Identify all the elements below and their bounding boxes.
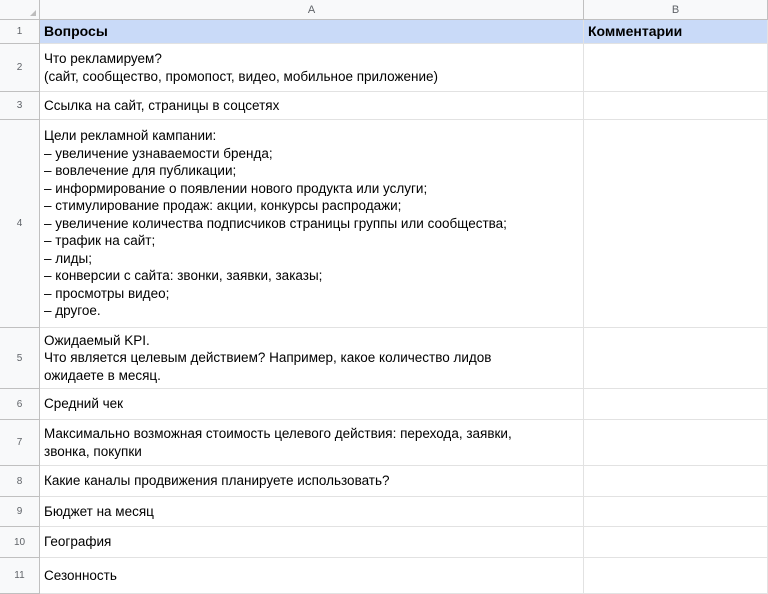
spreadsheet-grid: A B 1 Вопросы Комментарии 2 Что рекламиру… <box>0 0 768 594</box>
cell-text: Ссылка на сайт, страницы в соцсетях <box>44 97 279 115</box>
cell-b6[interactable] <box>584 389 768 420</box>
cell-text-line: – стимулирование продаж: акции, конкурсы… <box>44 198 402 214</box>
cell-text-line: Что является целевым действием? Например… <box>44 350 492 366</box>
cell-b3[interactable] <box>584 92 768 120</box>
row-header-8[interactable]: 8 <box>0 466 40 497</box>
column-header-a[interactable]: A <box>40 0 584 20</box>
cell-a4[interactable]: Цели рекламной кампании: – увеличение узн… <box>40 120 584 328</box>
cell-text-line: – трафик на сайт; <box>44 233 156 249</box>
row-header-6[interactable]: 6 <box>0 389 40 420</box>
cell-a2[interactable]: Что рекламируем? (сайт, сообщество, промо… <box>40 44 584 92</box>
cell-a11[interactable]: Сезонность <box>40 558 584 594</box>
cell-b5[interactable] <box>584 328 768 389</box>
row-header-5[interactable]: 5 <box>0 328 40 389</box>
cell-text-line: звонка, покупки <box>44 443 142 459</box>
cell-a10[interactable]: География <box>40 527 584 558</box>
cell-b11[interactable] <box>584 558 768 594</box>
cell-b1[interactable]: Комментарии <box>584 20 768 44</box>
cell-text-line: – вовлечение для публикации; <box>44 163 237 179</box>
cell-b2[interactable] <box>584 44 768 92</box>
cell-b9[interactable] <box>584 497 768 527</box>
column-header-b[interactable]: B <box>584 0 768 20</box>
cell-text-line: Цели рекламной кампании: <box>44 128 217 144</box>
cell-a5[interactable]: Ожидаемый KPI. Что является целевым дейст… <box>40 328 584 389</box>
cell-text-line: Ожидаемый KPI. <box>44 332 150 348</box>
cell-text: Максимально возможная стоимость целевого… <box>44 425 512 460</box>
cell-a9[interactable]: Бюджет на месяц <box>40 497 584 527</box>
cell-text-line: Бюджет на месяц <box>44 503 154 519</box>
cell-b10[interactable] <box>584 527 768 558</box>
cell-text-line: – другое. <box>44 303 101 319</box>
cell-b8[interactable] <box>584 466 768 497</box>
cell-b4[interactable] <box>584 120 768 328</box>
cell-a6[interactable]: Средний чек <box>40 389 584 420</box>
cell-text-line: – информирование о появлении нового прод… <box>44 180 428 196</box>
cell-text-line: (сайт, сообщество, промопост, видео, моб… <box>44 68 439 84</box>
cell-text-line: Какие каналы продвижения планируете испо… <box>44 473 390 489</box>
cell-text-line: – лиды; <box>44 250 93 266</box>
row-header-9[interactable]: 9 <box>0 497 40 527</box>
cell-text-line: – увеличение количества подписчиков стра… <box>44 215 507 231</box>
cell-text: Цели рекламной кампании: – увеличение узн… <box>44 127 507 320</box>
cell-b7[interactable] <box>584 420 768 466</box>
cell-text-line: Средний чек <box>44 396 124 412</box>
cell-text-line: География <box>44 534 112 550</box>
cell-text: Средний чек <box>44 395 123 413</box>
cell-a8[interactable]: Какие каналы продвижения планируете испо… <box>40 466 584 497</box>
row-header-11[interactable]: 11 <box>0 558 40 594</box>
cell-a3[interactable]: Ссылка на сайт, страницы в соцсетях <box>40 92 584 120</box>
cell-text-line: – конверсии с сайта: звонки, заявки, зак… <box>44 268 323 284</box>
cell-text: Бюджет на месяц <box>44 503 154 521</box>
cell-text: География <box>44 533 111 551</box>
cell-text: Ожидаемый KPI. Что является целевым дейст… <box>44 332 491 385</box>
cell-text-line: Сезонность <box>44 567 117 583</box>
cell-text: Какие каналы продвижения планируете испо… <box>44 472 390 490</box>
cell-text-line: ожидаете в месяц. <box>44 367 161 383</box>
row-header-3[interactable]: 3 <box>0 92 40 120</box>
cell-a1[interactable]: Вопросы <box>40 20 584 44</box>
row-header-7[interactable]: 7 <box>0 420 40 466</box>
cell-text-line: Максимально возможная стоимость целевого… <box>44 426 512 441</box>
row-header-1[interactable]: 1 <box>0 20 40 44</box>
cell-text: Сезонность <box>44 567 117 585</box>
row-header-2[interactable]: 2 <box>0 44 40 92</box>
cell-text: Что рекламируем? (сайт, сообщество, промо… <box>44 50 438 85</box>
cell-text-line: Ссылка на сайт, страницы в соцсетях <box>44 97 280 113</box>
row-header-10[interactable]: 10 <box>0 527 40 558</box>
cell-text-line: Что рекламируем? <box>44 51 162 66</box>
cell-a7[interactable]: Максимально возможная стоимость целевого… <box>40 420 584 466</box>
select-all-corner[interactable] <box>0 0 40 20</box>
cell-text-line: – просмотры видео; <box>44 285 170 301</box>
cell-text-line: – увеличение узнаваемости бренда; <box>44 145 273 161</box>
row-header-4[interactable]: 4 <box>0 120 40 328</box>
